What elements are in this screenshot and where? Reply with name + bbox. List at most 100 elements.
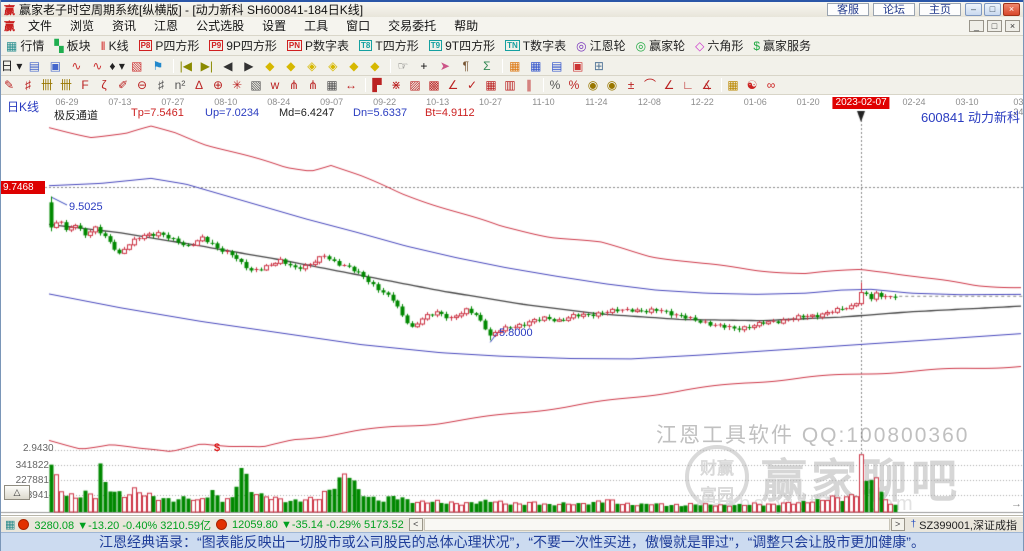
scroll-right-icon[interactable]: → <box>1011 498 1022 510</box>
gann-wheel-button[interactable]: ◎江恩轮 <box>571 36 631 55</box>
gann-grid2-icon[interactable]: 卌 <box>58 76 77 94</box>
calculator-button[interactable]: ▦ <box>527 56 548 75</box>
stats-tool-button[interactable]: Σ <box>478 56 499 75</box>
infinity-icon[interactable]: ∞ <box>763 76 782 94</box>
customer-service-button[interactable]: 客服 <box>827 3 869 16</box>
taiji-icon[interactable]: ☯ <box>744 76 763 94</box>
calendar-button[interactable]: ▦ <box>506 56 527 75</box>
prev-bar-button[interactable]: ◀ <box>219 56 240 75</box>
market-quotes-button[interactable]: ▦行情 <box>1 36 49 55</box>
menu-item-浏览[interactable]: 浏览 <box>61 17 103 35</box>
spiral-tool-icon[interactable]: ζ <box>96 76 115 94</box>
first-bar-button[interactable]: |◀ <box>177 56 198 75</box>
mdi-restore-button[interactable]: □ <box>987 20 1002 32</box>
notebook-button[interactable]: ▤ <box>548 56 569 75</box>
p-number-table-button[interactable]: PNP数字表 <box>282 36 354 55</box>
t9-square-button[interactable]: T99T四方形 <box>424 36 500 55</box>
hatch-tool-icon[interactable]: ♯ <box>20 76 39 94</box>
menu-item-窗口[interactable]: 窗口 <box>337 17 379 35</box>
expand-pane-button[interactable]: △ <box>4 485 30 500</box>
sz-index-quote[interactable]: 12059.80 ▼-35.14 -0.29% 5173.52 <box>232 519 404 531</box>
red-grid2-icon[interactable]: ▩ <box>426 76 445 94</box>
n-square-icon[interactable]: n² <box>172 76 191 94</box>
burst-icon[interactable]: ✳ <box>229 76 248 94</box>
close-button[interactable]: × <box>1003 3 1020 16</box>
gann-grid-icon[interactable]: 卌 <box>39 76 58 94</box>
transport-button[interactable]: ⊞ <box>590 56 611 75</box>
sse-index-icon[interactable] <box>18 519 29 530</box>
restore-button[interactable]: □ <box>984 3 1001 16</box>
marker-tool-icon[interactable]: ✐ <box>115 76 134 94</box>
pen-tool-icon[interactable]: ✎ <box>1 76 20 94</box>
menu-item-交易委托[interactable]: 交易委托 <box>379 17 445 35</box>
grid-yellow-icon[interactable]: ▦ <box>725 76 744 94</box>
grid-view-icon[interactable]: ▦ <box>5 518 15 531</box>
circle-cross-icon[interactable]: ⊕ <box>210 76 229 94</box>
status-scroll-left-button[interactable]: < <box>409 518 423 531</box>
candle-style-dropdown[interactable]: ♦ ▾ <box>109 56 127 75</box>
diamond-zoom-in-button[interactable]: ◈ <box>303 56 324 75</box>
percent-icon[interactable]: % <box>547 76 566 94</box>
kline-chart-canvas[interactable] <box>1 95 1024 516</box>
status-scrollbar-track[interactable] <box>424 518 890 531</box>
zigzag-line-icon[interactable]: ∿ <box>67 56 88 75</box>
hexagon-button[interactable]: ◇六角形 <box>690 36 748 55</box>
t-square-button[interactable]: T8T四方形 <box>354 36 424 55</box>
box-tool-icon[interactable]: ▛ <box>369 76 388 94</box>
crosshair-tool-button[interactable]: + <box>415 56 436 75</box>
text-note-button[interactable]: ¶ <box>457 56 478 75</box>
price-mark-icon[interactable]: ± <box>623 76 642 94</box>
angle-triangle-icon[interactable]: ∆ <box>191 76 210 94</box>
angle-set-icon[interactable]: ∡ <box>699 76 718 94</box>
board-view-icon[interactable]: ▤ <box>25 56 46 75</box>
menu-item-帮助[interactable]: 帮助 <box>445 17 487 35</box>
menu-item-设置[interactable]: 设置 <box>253 17 295 35</box>
frame-grid-icon[interactable]: ▦ <box>324 76 343 94</box>
forum-button[interactable]: 论坛 <box>873 3 915 16</box>
angle-line-icon[interactable]: ∠ <box>445 76 464 94</box>
menu-item-文件[interactable]: 文件 <box>19 17 61 35</box>
menu-item-资讯[interactable]: 资讯 <box>103 17 145 35</box>
dense-grid-icon[interactable]: ▦ <box>483 76 502 94</box>
gann-fan2-icon[interactable]: ⋔ <box>305 76 324 94</box>
pointer-tool-button[interactable]: ➤ <box>436 56 457 75</box>
paint-flag-icon[interactable]: ⚑ <box>149 56 170 75</box>
hash-grid-icon[interactable]: ♯ <box>153 76 172 94</box>
szse-index-icon[interactable] <box>216 519 227 530</box>
zigzag-dots-icon[interactable]: ∿ <box>88 56 109 75</box>
angle45-icon[interactable]: ∠ <box>661 76 680 94</box>
check-line-icon[interactable]: ✓ <box>464 76 483 94</box>
gold-circle-icon[interactable]: ◉ <box>585 76 604 94</box>
mdi-close-button[interactable]: × <box>1005 20 1020 32</box>
homepage-button[interactable]: 主页 <box>919 3 961 16</box>
red-grid-icon[interactable]: ▨ <box>407 76 426 94</box>
diamond-compress-button[interactable]: ◆ <box>366 56 387 75</box>
winner-service-button[interactable]: $赢家服务 <box>748 36 816 55</box>
hand-tool-button[interactable]: ☞ <box>394 56 415 75</box>
t-number-table-button[interactable]: TNT数字表 <box>500 36 571 55</box>
extend-arrows-icon[interactable]: ↔ <box>343 76 362 94</box>
circle-minus-icon[interactable]: ⊖ <box>134 76 153 94</box>
save-button[interactable]: ▣ <box>569 56 590 75</box>
last-bar-button[interactable]: ▶| <box>198 56 219 75</box>
arc-tool-icon[interactable]: ⌒ <box>642 76 661 94</box>
box-grid-icon[interactable]: ▥ <box>502 76 521 94</box>
kline-button[interactable]: ‖K线 <box>96 36 134 55</box>
sh-index-quote[interactable]: 3280.08 ▼-13.20 -0.40% 3210.59亿 <box>34 517 211 533</box>
gold-circle2-icon[interactable]: ◉ <box>604 76 623 94</box>
range-select-icon[interactable]: ▧ <box>128 56 149 75</box>
gann-fan-icon[interactable]: ⋔ <box>286 76 305 94</box>
percent-box-icon[interactable]: % <box>566 76 585 94</box>
diamond-pan-left-button[interactable]: ◆ <box>261 56 282 75</box>
p9-square-button[interactable]: P99P四方形 <box>204 36 281 55</box>
menu-item-工具[interactable]: 工具 <box>295 17 337 35</box>
info-view-icon[interactable]: ▣ <box>46 56 67 75</box>
sector-button[interactable]: ▚板块 <box>49 36 95 55</box>
diamond-expand-button[interactable]: ◆ <box>345 56 366 75</box>
winner-wheel-button[interactable]: ◎赢家轮 <box>631 36 691 55</box>
mdi-minimize-button[interactable]: _ <box>969 20 984 32</box>
index-name-label[interactable]: SZ399001,深证成指 <box>919 517 1017 533</box>
diamond-zoom-out-button[interactable]: ◈ <box>324 56 345 75</box>
indicator-name-label[interactable]: 极反通道 <box>54 107 98 123</box>
status-scroll-right-button[interactable]: > <box>891 518 905 531</box>
